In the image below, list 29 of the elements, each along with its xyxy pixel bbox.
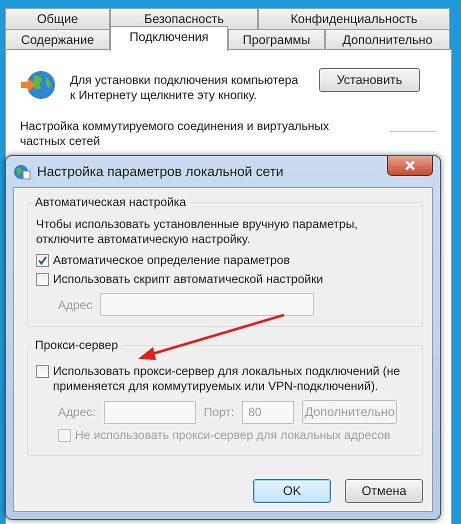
instruction-text: Для установки подключения компьютера к Интернету щелкните эту кнопку. [70, 73, 300, 103]
checkbox-label: Не использовать прокси-сервер для локальных адресов [75, 428, 390, 443]
field-label: Порт: [204, 405, 234, 419]
install-button[interactable]: Установить [319, 68, 420, 92]
description-text: Чтобы использовать установленные вручную параметры, отключите автоматическую настройку. [36, 217, 359, 247]
checkbox-label: Использовать скрипт автоматической настройки [53, 272, 324, 287]
tab[interactable]: Содержание [5, 29, 110, 50]
tab[interactable]: Дополнительно [325, 29, 450, 50]
close-icon [404, 160, 416, 171]
group-title: Прокси-сервер [32, 338, 121, 352]
dialog-button[interactable]: Отмена [345, 479, 423, 503]
globe-icon [13, 164, 31, 180]
tab[interactable]: Конфиденциальность [258, 8, 450, 29]
checkbox[interactable] [36, 273, 49, 286]
checkbox[interactable] [36, 254, 49, 267]
checkbox-label: Использовать прокси-сервер для локальных подключений (не применяется для коммутируемых или VPN-подключений). [53, 364, 402, 394]
window-title: Настройка параметров локальной сети [37, 164, 284, 179]
group-title: Автоматическая настройка [32, 195, 189, 209]
globe-icon [20, 68, 56, 102]
field-label: Адрес: [58, 405, 96, 419]
checkbox-label: Автоматическое определение параметров [53, 253, 290, 268]
tab[interactable]: Подключения [110, 26, 228, 51]
dialog-button[interactable]: OK [253, 479, 331, 503]
field-label: Адрес [58, 298, 92, 312]
tab[interactable]: Общие [5, 8, 110, 29]
section-label: Настройка коммутируемого соединения и виртуальных частных сетей [20, 119, 330, 149]
tab[interactable]: Программы [228, 29, 325, 50]
checkbox[interactable] [36, 365, 49, 378]
close-button[interactable] [387, 156, 433, 176]
